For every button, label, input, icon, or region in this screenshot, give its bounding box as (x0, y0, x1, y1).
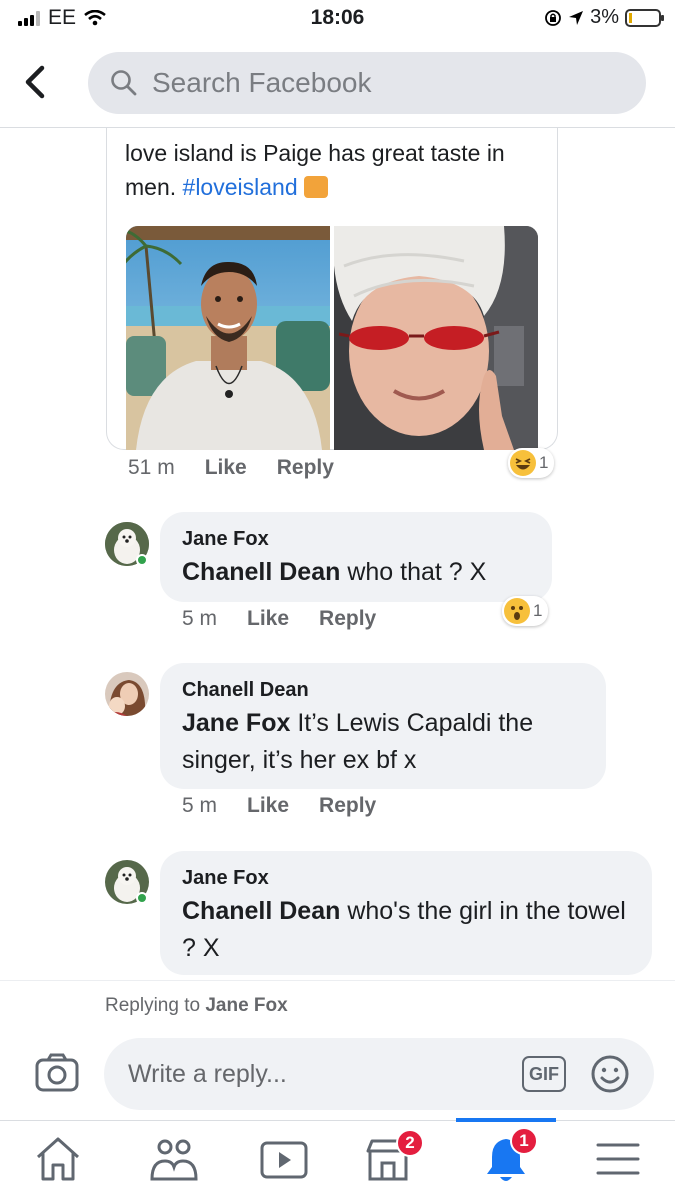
comment-like-button[interactable]: Like (247, 794, 289, 818)
chevron-left-icon (25, 65, 45, 99)
comment-actions: 5 m Like Reply (182, 794, 406, 818)
hamburger-menu-icon (596, 1143, 640, 1175)
emoji-button[interactable] (590, 1054, 630, 1094)
active-tab-indicator (456, 1118, 556, 1122)
marketplace-badge: 2 (396, 1129, 424, 1157)
battery-icon (625, 8, 664, 27)
gif-button[interactable]: GIF (522, 1056, 566, 1092)
rotation-lock-icon (545, 9, 561, 26)
comment-text: Chanell Dean who that ? X (182, 554, 530, 591)
nav-notifications[interactable]: 1 (478, 1127, 538, 1189)
status-bar: EE 18:06 3% (0, 0, 675, 40)
search-placeholder: Search Facebook (152, 67, 372, 98)
hashtag-link[interactable]: #loveisland (183, 174, 298, 200)
replying-to-label: Replying to Jane Fox (105, 995, 288, 1017)
post-reaction-count: 1 (539, 453, 549, 472)
comment-reply-button[interactable]: Reply (319, 607, 376, 631)
location-icon (569, 10, 584, 25)
comment-time: 5 m (182, 607, 218, 630)
wow-emoji-icon (504, 598, 530, 624)
replying-to-name[interactable]: Jane Fox (205, 995, 287, 1016)
nav-watch[interactable] (256, 1133, 316, 1189)
comment-author[interactable]: Chanell Dean (182, 677, 584, 703)
bottom-nav: 2 1 (0, 1118, 675, 1200)
video-icon (260, 1141, 308, 1179)
reply-placeholder: Write a reply... (128, 1059, 287, 1088)
comment-reaction-badge[interactable]: 1 (502, 596, 549, 626)
post-reaction-badge[interactable]: 1 (508, 448, 555, 478)
comment-mention[interactable]: Jane Fox (182, 709, 290, 737)
woman-photo (334, 226, 538, 450)
post-reply-button[interactable]: Reply (277, 456, 334, 480)
comment-bubble[interactable]: Jane Fox Chanell Dean who's the girl in … (160, 851, 652, 975)
post-actions: 51 m Like Reply (128, 456, 364, 480)
battery-percent: 3% (590, 6, 619, 28)
laughing-emoji-icon (510, 450, 536, 476)
post-like-button[interactable]: Like (205, 456, 247, 480)
nav-menu[interactable] (590, 1133, 650, 1189)
online-status-dot (136, 554, 148, 566)
post-photo-right[interactable] (334, 226, 538, 450)
avatar[interactable] (105, 672, 149, 716)
search-header: Search Facebook (0, 40, 675, 128)
smiley-icon (591, 1055, 629, 1093)
home-icon (36, 1137, 80, 1181)
post-text: love island is Paige has great taste in … (125, 136, 545, 204)
camera-icon (35, 1053, 79, 1092)
island-emoji-icon (304, 176, 329, 198)
comment-reaction-count: 1 (533, 601, 543, 620)
nav-home[interactable] (30, 1133, 90, 1189)
groups-icon (150, 1139, 198, 1181)
man-photo (126, 226, 330, 450)
comment-time: 5 m (182, 794, 218, 817)
comment-text: Jane Fox It’s Lewis Capaldi the singer, … (182, 705, 584, 779)
comment-mention[interactable]: Chanell Dean (182, 897, 340, 925)
comment-author[interactable]: Jane Fox (182, 526, 530, 552)
nav-groups[interactable] (146, 1133, 206, 1189)
camera-button[interactable] (34, 1052, 80, 1094)
post-photo-left[interactable] (126, 226, 330, 450)
comment-like-button[interactable]: Like (247, 607, 289, 631)
post-time: 51 m (128, 456, 175, 479)
back-button[interactable] (20, 62, 56, 102)
comment-bubble[interactable]: Jane Fox Chanell Dean who that ? X (160, 512, 552, 602)
comment-mention[interactable]: Chanell Dean (182, 558, 340, 586)
search-input[interactable]: Search Facebook (88, 52, 646, 114)
nav-marketplace[interactable]: 2 (360, 1129, 424, 1189)
replying-prefix: Replying to (105, 995, 206, 1016)
comment-reply-button[interactable]: Reply (319, 794, 376, 818)
online-status-dot (136, 892, 148, 904)
comment-actions: 5 m Like Reply (182, 607, 406, 631)
search-icon (111, 70, 137, 96)
comment-author[interactable]: Jane Fox (182, 865, 630, 891)
notifications-badge: 1 (510, 1127, 538, 1155)
status-right: 3% (544, 6, 664, 29)
comment-body: who that ? X (340, 558, 487, 586)
comment-text: Chanell Dean who's the girl in the towel… (182, 893, 630, 967)
reply-input[interactable]: Write a reply... (104, 1038, 654, 1110)
comment-bubble[interactable]: Chanell Dean Jane Fox It’s Lewis Capaldi… (160, 663, 606, 789)
